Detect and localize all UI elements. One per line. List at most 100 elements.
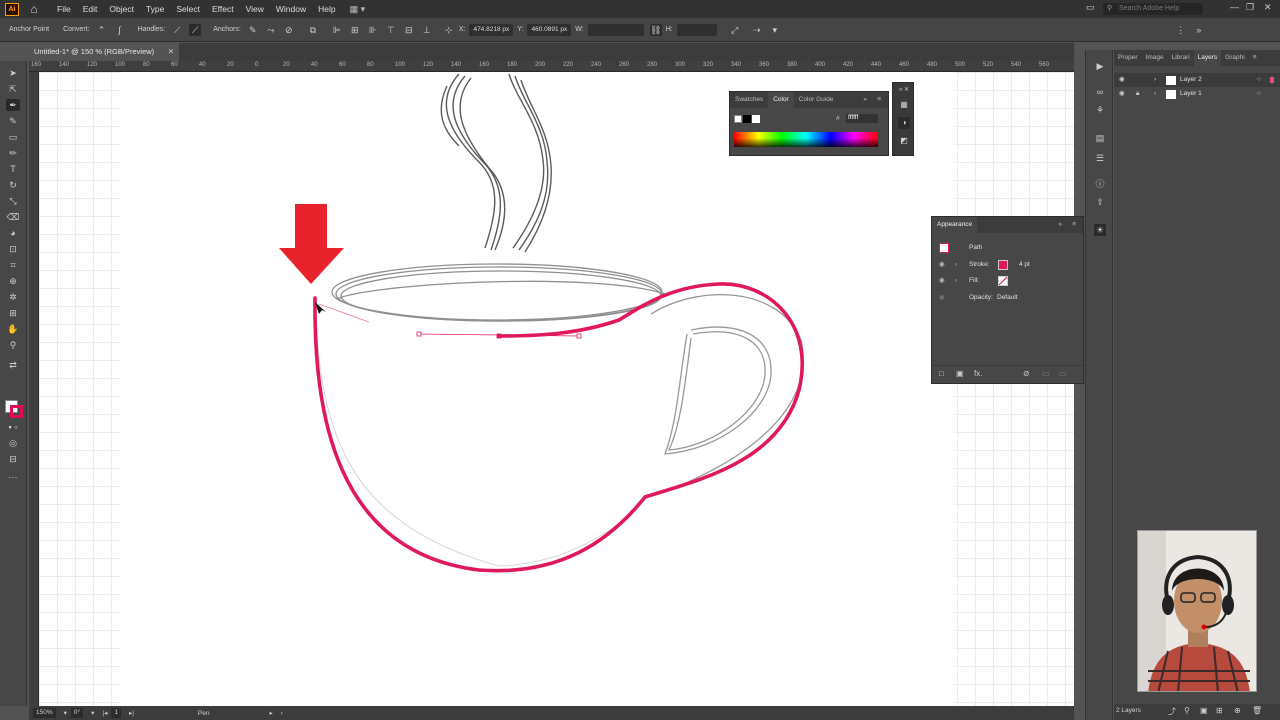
menu-effect[interactable]: Effect [212,4,234,14]
none-swatch[interactable] [734,115,742,123]
home-icon[interactable]: ⌂ [27,2,41,16]
transform-reference-icon[interactable]: ⊹ [443,24,455,36]
export-icon[interactable]: ⇧ [1094,196,1106,208]
menu-help[interactable]: Help [318,4,335,14]
locate-object-icon[interactable]: ⚲ [1184,706,1190,715]
duplicate-item-icon[interactable]: ▭ [1042,369,1050,378]
eyedropper-tool-icon[interactable]: ⌗ [6,259,20,271]
stroke-swatch[interactable] [10,405,23,418]
search-help-input[interactable]: ⚲ Search Adobe Help [1103,3,1203,15]
arrange-documents-icon[interactable]: ▭ [1086,2,1095,13]
swatches-dock-icon[interactable]: ▦ [898,99,910,111]
convert-smooth-icon[interactable]: ∫ [114,24,126,36]
selection-tool-icon[interactable]: ➤ [6,67,20,79]
puppet-icon[interactable]: ⚘ [1094,104,1106,116]
align-top-icon[interactable]: ⊤ [385,24,397,36]
zoom-tool-icon[interactable]: ⚲ [6,339,20,351]
free-transform-tool-icon[interactable]: ⊡ [6,243,20,255]
workspace-switcher-icon[interactable]: ▦ ▾ [350,4,366,15]
align-left-icon[interactable]: ⊫ [331,24,343,36]
add-fill-icon[interactable]: ▣ [956,369,964,378]
white-swatch[interactable] [752,115,760,123]
close-tab-icon[interactable]: ✕ [168,43,174,61]
opacity-row[interactable]: ◉ Opacity: Default [932,291,1083,305]
rotation-dropdown-icon[interactable]: ▾ [91,709,94,717]
stroke-panel-icon[interactable]: ☰ [1094,152,1106,164]
curvature-tool-icon[interactable]: ✎ [6,115,20,127]
visibility-eye-icon[interactable]: ◉ [1119,73,1125,87]
layer-row[interactable]: ◉ › Layer 2 ○ [1114,73,1280,87]
hide-handles-icon[interactable]: ⟋ [189,23,202,36]
restore-icon[interactable]: ❐ [1246,2,1254,13]
scale-tool-icon[interactable]: ⤡ [6,195,20,207]
collapse-panels-icon[interactable]: » [1193,24,1205,36]
constrain-proportions-icon[interactable]: ⛓ [649,23,662,36]
collapse-panel-icon[interactable]: » [858,92,872,108]
align-middle-icon[interactable]: ⊟ [403,24,415,36]
transform-icon[interactable]: ⤢ [729,24,741,36]
expand-arrow-icon[interactable]: › [955,274,957,288]
tab-graphic-styles[interactable]: Graphi [1221,50,1249,66]
collapse-panel-icon[interactable]: » [1053,217,1067,233]
y-field[interactable]: 460.0891 px [527,23,572,36]
play-action-icon[interactable]: ▶ [1094,60,1106,72]
add-effect-icon[interactable]: fx. [974,369,982,378]
stroke-color-swatch[interactable] [998,260,1008,270]
tab-swatches[interactable]: Swatches [730,92,768,108]
zoom-dropdown-icon[interactable]: ▾ [64,709,67,717]
zoom-field[interactable]: 150% [33,708,56,718]
shape-builder-tool-icon[interactable]: ◕ [6,227,20,239]
expand-layer-icon[interactable]: › [1154,87,1156,101]
status-menu-icon[interactable]: ▸ [269,709,272,717]
symbol-sprayer-tool-icon[interactable]: ✲ [6,291,20,303]
rectangle-tool-icon[interactable]: ▭ [6,131,20,143]
w-field[interactable] [587,23,644,36]
minimize-icon[interactable]: — [1230,2,1239,12]
menu-view[interactable]: View [246,4,264,14]
connect-anchor-icon[interactable]: ⤳ [265,24,277,36]
target-circle-icon[interactable]: ○ [1257,87,1261,101]
h-field[interactable] [676,23,717,36]
show-handles-icon[interactable]: ⟋ [171,24,183,36]
x-field[interactable]: 474.8218 px [469,23,514,36]
layer-name[interactable]: Layer 1 [1180,87,1202,101]
menu-select[interactable]: Select [176,4,200,14]
panel-menu-icon[interactable]: ≡ [1067,217,1081,233]
align-center-icon[interactable]: ⊞ [349,24,361,36]
clipping-mask-icon[interactable]: ▣ [1200,706,1208,715]
stroke-weight[interactable]: 4 pt [1019,258,1030,272]
canvas[interactable] [39,72,1074,706]
delete-layer-icon[interactable]: 🗑︎ [1252,706,1262,715]
eraser-tool-icon[interactable]: ⌫ [6,211,20,223]
artboard-tool-icon[interactable]: ⊞ [6,307,20,319]
swap-fill-stroke-icon[interactable]: ⇄ [6,359,20,371]
gradient-icon[interactable]: ▤ [1094,132,1106,144]
tab-properties[interactable]: Proper [1114,50,1142,66]
hex-input[interactable]: ffffff [846,114,878,123]
opacity-label[interactable]: Opacity: [969,291,993,305]
layer-row[interactable]: ◉ 🔒︎ › Layer 1 ○ [1114,87,1280,101]
new-layer-icon[interactable]: ⊕ [1234,706,1241,715]
align-right-icon[interactable]: ⊪ [367,24,379,36]
drawing-mode-icon[interactable]: ◎ [6,437,20,449]
expand-layer-icon[interactable]: › [1154,73,1156,87]
visibility-eye-icon[interactable]: ◉ [1119,87,1125,101]
tab-libraries[interactable]: Librari [1168,50,1194,66]
artboard-field[interactable]: 1 [111,708,121,718]
panel-options-icon[interactable]: ⋮ [1175,24,1187,36]
menu-edit[interactable]: Edit [83,4,98,14]
export-selection-icon[interactable]: ⤴ [1168,706,1176,717]
visibility-eye-icon[interactable]: ◉ [939,274,945,288]
more-options-icon[interactable]: ▾ [769,24,781,36]
rotate-tool-icon[interactable]: ↻ [6,179,20,191]
visibility-eye-icon[interactable]: ◉ [939,258,945,272]
lock-icon[interactable]: 🔒︎ [1136,87,1139,101]
black-swatch[interactable] [743,115,751,123]
tab-image[interactable]: Image [1142,50,1168,66]
menu-object[interactable]: Object [109,4,134,14]
blend-tool-icon[interactable]: ⊕ [6,275,20,287]
panel-menu-icon[interactable]: ≡ [1249,50,1261,66]
tab-layers[interactable]: Layers [1193,50,1222,66]
type-tool-icon[interactable]: T [6,163,20,175]
fill-none-swatch[interactable] [998,276,1008,286]
